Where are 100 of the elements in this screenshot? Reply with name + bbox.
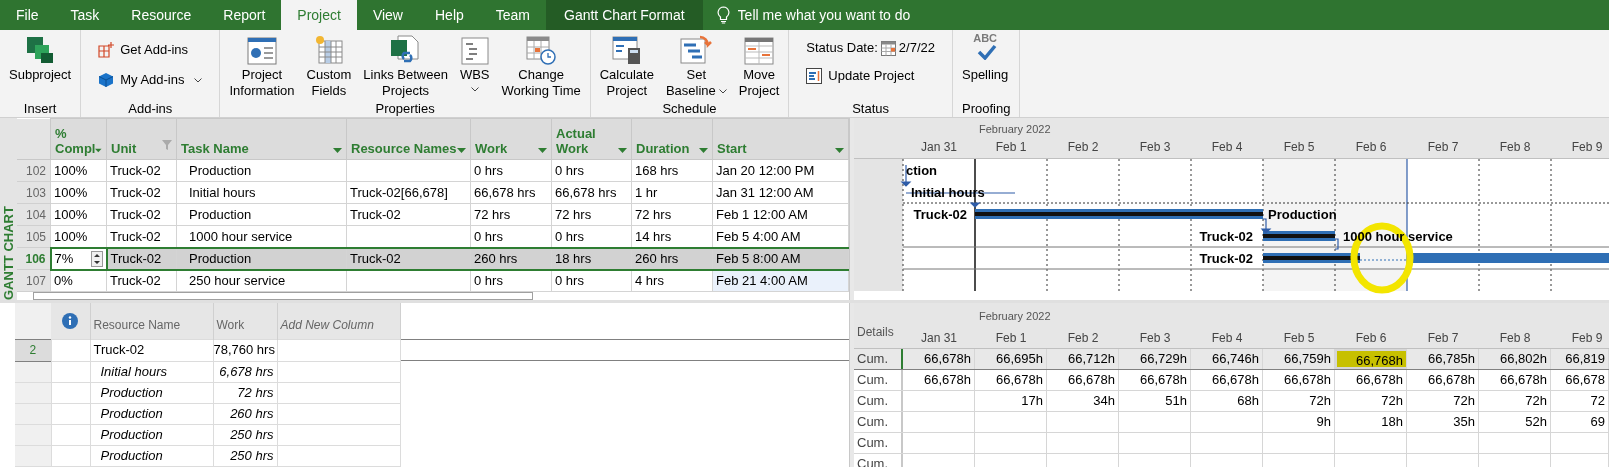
table-cell: Production [176, 247, 347, 270]
dropdown-arrow-icon[interactable] [333, 148, 342, 153]
dropdown-arrow-icon[interactable] [835, 148, 844, 153]
table-cell: 66,729h [1119, 349, 1191, 369]
ribbon-tab[interactable]: Team [479, 0, 546, 30]
caret-icon [194, 77, 203, 83]
table-cell: 51h [1119, 391, 1191, 411]
column-header[interactable]: Resource Name [90, 303, 213, 339]
timescale-day: Feb 5 [1263, 138, 1335, 156]
ribbon-button[interactable]: Update Project [802, 64, 939, 88]
column-header[interactable]: Add New Column [277, 303, 400, 339]
ribbon-tab[interactable]: Report [207, 0, 282, 30]
ribbon-button[interactable]: My Add-ins [94, 68, 207, 92]
task-bar[interactable] [1263, 253, 1609, 263]
calendar-icon[interactable] [880, 40, 896, 56]
update-list-icon [806, 68, 823, 84]
timescale-day: Feb 2 [1047, 138, 1119, 156]
dropdown-arrow-icon[interactable] [457, 148, 466, 153]
table-cell: 72 hrs [631, 203, 713, 226]
ribbon-tab[interactable]: Task [54, 0, 116, 30]
timescale-day: Feb 2 [1047, 329, 1119, 347]
table-cell: 35h [1407, 412, 1479, 432]
column-header[interactable]: Duration [631, 118, 713, 160]
table-cell: 52h [1479, 412, 1551, 432]
table-cell: 18 hrs [551, 247, 632, 270]
table-cell: 6,678 hrs [213, 361, 277, 382]
timescale-day: Jan 31 [903, 329, 975, 347]
table-cell: 72h [1335, 391, 1407, 411]
table-cell: 66,678 [1551, 370, 1609, 390]
row-label: Cum. [857, 393, 889, 408]
column-header[interactable]: Resource Names [346, 118, 471, 160]
bar-label: Production [1268, 206, 1337, 224]
row-label: Cum. [857, 414, 889, 429]
table-cell: 72h [1479, 391, 1551, 411]
row-number[interactable]: 2 [15, 339, 51, 361]
table-cell: Jan 31 12:00 AM [712, 181, 849, 204]
grid-row[interactable]: Cum. [854, 433, 1609, 454]
checkmark-icon [977, 44, 998, 60]
row-label: Cum. [857, 435, 889, 450]
table-cell: 78,760 hrs [213, 339, 277, 361]
table-cell: 66,678h [1335, 370, 1407, 390]
table-cell: 250 hour service [176, 269, 347, 292]
group-label: Properties [374, 100, 436, 117]
grid-row[interactable]: Cum. 9h 18h 35h 52h 69 [854, 412, 1609, 433]
ribbon-tab[interactable]: Gantt Chart Format [546, 0, 703, 30]
horizontal-scrollbar[interactable] [32, 292, 533, 300]
column-header[interactable]: Work [213, 303, 277, 339]
ribbon-button[interactable]: Get Add-ins [94, 38, 207, 62]
add-ins-icon [98, 42, 115, 58]
ribbon-button[interactable]: ABC Spelling [958, 32, 1013, 83]
ribbon-button[interactable]: Calculate Project [595, 32, 658, 99]
column-header[interactable]: Actual Work [551, 118, 632, 160]
ribbon-button[interactable]: WBS [455, 32, 494, 92]
details-label: Details [857, 324, 894, 341]
table-cell: 260 hrs [213, 403, 277, 424]
ribbon-tab[interactable]: View [356, 0, 419, 30]
ribbon-tab[interactable]: Project [281, 0, 357, 30]
grid-row[interactable]: Cum. 66,678h 66,695h 66,712h 66,729h 66,746h 66,759h 66,768h 66,785h 66,802h 66,819 [854, 349, 1609, 370]
ribbon-tab[interactable]: Help [419, 0, 480, 30]
grid-row[interactable]: Cum. 17h 34h 51h 68h 72h 72h 72h 72h 72 [854, 391, 1609, 412]
column-header[interactable]: Work [470, 118, 552, 160]
table-cell: 72 [1551, 391, 1609, 411]
column-header[interactable]: Unit [106, 118, 177, 160]
table-cell: 66,678 hrs [470, 181, 552, 204]
column-header[interactable]: % Compl [50, 118, 107, 160]
table-cell: 0 hrs [551, 159, 632, 182]
table-cell: 66,678 hrs [551, 181, 632, 204]
ribbon-button[interactable]: Change Working Time [497, 32, 585, 99]
ribbon-button[interactable]: Custom Fields [302, 32, 356, 99]
table-cell: 250 hrs [213, 445, 277, 466]
grid-row[interactable]: Cum. 66,678h 66,678h 66,678h 66,678h 66,678h 66,678h 66,678h 66,678h 66,678h 66,678 [854, 370, 1609, 391]
ribbon-tab[interactable]: Resource [115, 0, 208, 30]
dropdown-arrow-icon[interactable] [538, 148, 547, 153]
subproject-icon [25, 35, 56, 65]
dropdown-arrow-icon[interactable] [699, 148, 708, 153]
bar-label: ction [906, 162, 938, 180]
tell-me-field[interactable]: Tell me what you want to do [737, 4, 998, 26]
ribbon-button[interactable]: Set Baseline [661, 32, 731, 99]
column-header[interactable]: Start [712, 118, 849, 160]
table-cell: 260 hrs [631, 247, 713, 270]
table-cell: 250 hrs [213, 424, 277, 445]
dropdown-arrow-icon[interactable] [618, 148, 627, 153]
ribbon-tab[interactable]: File [0, 0, 55, 30]
row-label: Cum. [857, 372, 889, 387]
status-date-value[interactable]: 2/7/22 [898, 38, 935, 58]
outline-list-icon [460, 37, 489, 65]
table-cell: 66,785h [1407, 349, 1479, 369]
ribbon-button[interactable]: Subproject [5, 32, 76, 83]
group-label: Schedule [661, 100, 718, 117]
column-header[interactable]: Task Name [176, 118, 347, 160]
document-info-icon [247, 37, 277, 65]
table-cell: 100% [50, 159, 107, 182]
ribbon-button[interactable]: Move Project [734, 32, 784, 99]
dropdown-arrow-icon[interactable] [95, 148, 102, 153]
status-date-label: Status Date: [806, 39, 878, 58]
spinner-icon[interactable] [90, 250, 103, 267]
ribbon-button[interactable]: Links Between Projects [359, 32, 452, 99]
table-cell: 66,695h [975, 349, 1047, 369]
ribbon-button[interactable]: Project Information [225, 32, 299, 99]
table-cell: 69 [1551, 412, 1609, 432]
